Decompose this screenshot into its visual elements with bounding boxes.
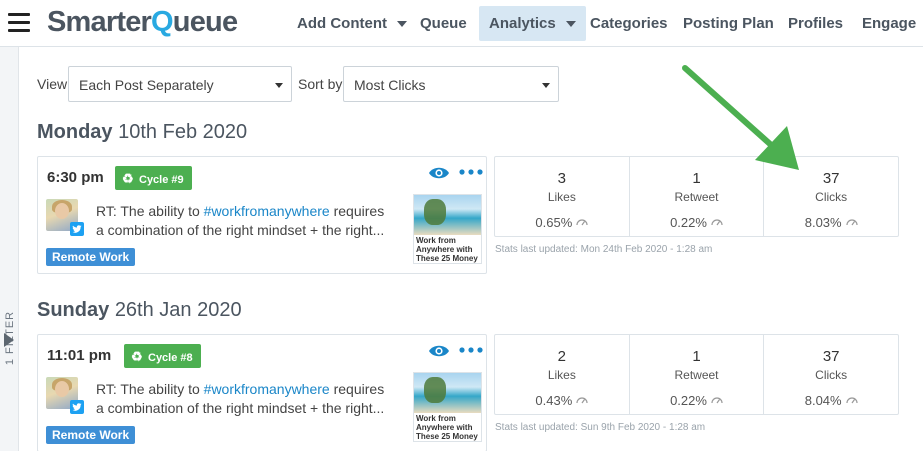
nav-queue[interactable]: Queue [410,6,477,41]
post-text: RT: The ability to #workfromanywhere req… [96,381,385,416]
gauge-icon [576,397,588,404]
nav-engage[interactable]: Engage [852,6,923,41]
sort-label: Sort by [298,76,343,92]
stat-likes: 2 Likes 0.43% [495,335,630,414]
eye-icon[interactable] [428,344,450,358]
post-time: 11:01 pm [47,347,112,364]
post-time: 6:30 pm [47,169,104,186]
stats-panel: 3 Likes 0.65% 1 Retweet 0.22% 37 Clicks … [494,156,899,237]
thumbnail-caption: Work from Anywhere with These 25 Money .… [416,236,478,263]
nav-posting-plan[interactable]: Posting Plan [673,6,784,41]
nav-categories[interactable]: Categories [580,6,678,41]
post-text: RT: The ability to #workfromanywhere req… [96,203,385,238]
post-card: 11:01 pm ♻ Cycle #8 RT: The ability to #w… [37,334,487,451]
stat-clicks: 37 Clicks 8.03% [764,157,898,236]
chevron-down-icon [396,20,407,27]
chevron-down-icon [275,83,283,88]
link-thumbnail[interactable]: Work from Anywhere with These 25 Money .… [413,372,482,442]
stat-retweet: 1 Retweet 0.22% [630,335,765,414]
category-label[interactable]: Remote Work [46,248,136,266]
filter-triangle-icon[interactable] [4,333,14,347]
nav-analytics[interactable]: Analytics [479,6,586,41]
more-dots-icon[interactable] [459,344,483,356]
day-heading: Sunday 26th Jan 2020 [37,299,242,321]
chevron-down-icon [565,20,576,27]
top-navigation: SmarterQueue Add Content Queue Analytics… [0,0,923,47]
hashtag-link[interactable]: #workfromanywhere [204,203,330,219]
gauge-icon [846,397,858,404]
stats-updated: Stats last updated: Mon 24th Feb 2020 - … [495,244,713,255]
recycle-icon: ♻ [122,171,134,186]
link-thumbnail[interactable]: Work from Anywhere with These 25 Money .… [413,194,482,264]
category-label[interactable]: Remote Work [46,426,136,444]
app-logo[interactable]: SmarterQueue [47,6,238,39]
nav-add-content[interactable]: Add Content [287,6,417,41]
day-heading: Monday 10th Feb 2020 [37,121,248,143]
post-card: 6:30 pm ♻ Cycle #9 RT: The ability to #wo… [37,156,487,274]
eye-icon[interactable] [428,166,450,180]
stat-likes: 3 Likes 0.65% [495,157,630,236]
gauge-icon [576,219,588,226]
sort-select[interactable]: Most Clicks [343,66,559,102]
view-select[interactable]: Each Post Separately [68,66,292,102]
stats-updated: Stats last updated: Sun 9th Feb 2020 - 1… [495,422,706,433]
nav-profiles[interactable]: Profiles [778,6,853,41]
gauge-icon [711,219,723,226]
twitter-icon [70,400,84,414]
stat-clicks: 37 Clicks 8.04% [764,335,898,414]
stats-panel: 2 Likes 0.43% 1 Retweet 0.22% 37 Clicks … [494,334,899,415]
thumbnail-caption: Work from Anywhere with These 25 Money .… [416,414,478,441]
more-dots-icon[interactable] [459,166,483,178]
menu-icon[interactable] [8,13,30,33]
chevron-down-icon [542,83,550,88]
stat-retweet: 1 Retweet 0.22% [630,157,765,236]
recycle-icon: ♻ [131,349,143,364]
hashtag-link[interactable]: #workfromanywhere [204,381,330,397]
gauge-icon [846,219,858,226]
filter-sidebar[interactable]: 1 FILTER [0,47,19,451]
twitter-icon [70,222,84,236]
cycle-badge: ♻ Cycle #8 [124,344,201,368]
view-label: View [37,76,68,92]
cycle-badge: ♻ Cycle #9 [115,166,192,190]
gauge-icon [711,397,723,404]
